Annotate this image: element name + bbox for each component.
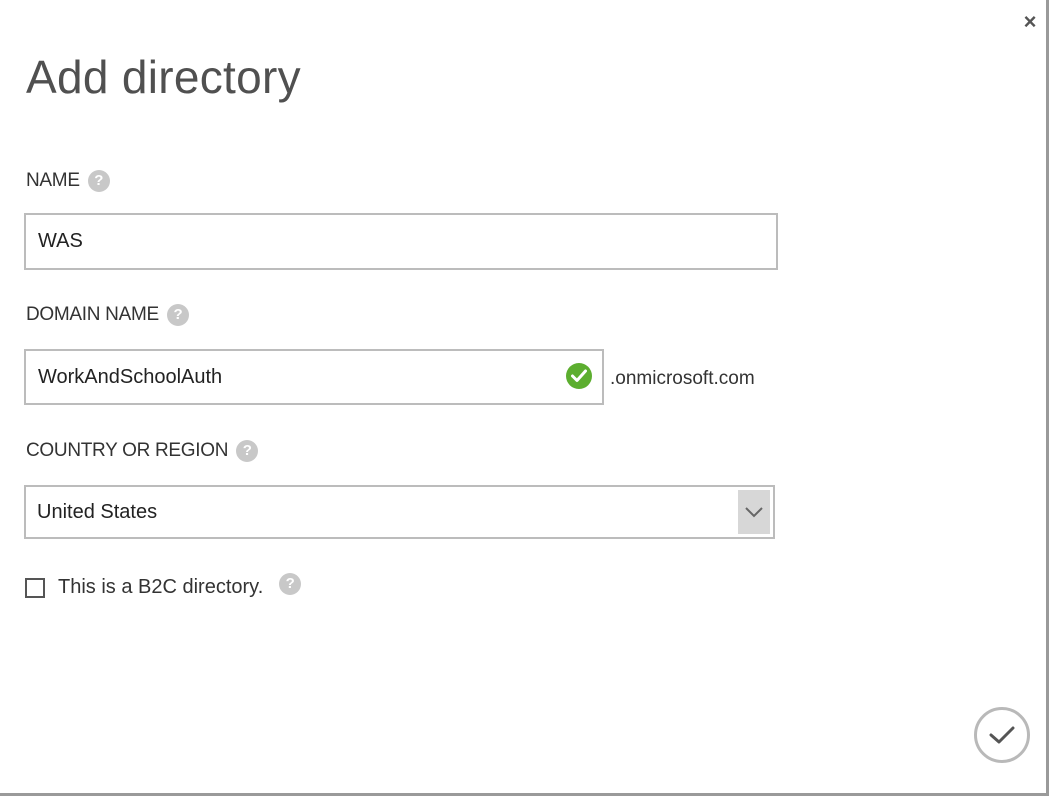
b2c-checkbox-row: This is a B2C directory. ? bbox=[25, 572, 302, 599]
country-label-row: COUNTRY OR REGION ? bbox=[26, 440, 259, 462]
name-input-value: WAS bbox=[38, 230, 83, 252]
b2c-checkbox[interactable] bbox=[25, 577, 45, 598]
name-input[interactable]: WAS bbox=[24, 213, 778, 270]
page-title: Add directory bbox=[26, 51, 301, 103]
domain-name-input[interactable]: WorkAndSchoolAuth bbox=[24, 349, 604, 405]
chevron-down-icon[interactable] bbox=[738, 490, 770, 534]
help-icon[interactable]: ? bbox=[166, 304, 189, 326]
help-icon[interactable]: ? bbox=[87, 170, 110, 192]
country-selected-value: United States bbox=[37, 500, 158, 523]
name-label-row: NAME ? bbox=[26, 170, 110, 192]
confirm-button[interactable] bbox=[974, 707, 1030, 763]
help-icon[interactable]: ? bbox=[236, 440, 259, 462]
help-icon[interactable]: ? bbox=[279, 572, 302, 595]
domain-name-input-value: WorkAndSchoolAuth bbox=[38, 365, 223, 388]
name-label: NAME bbox=[26, 170, 80, 191]
country-label: COUNTRY OR REGION bbox=[26, 440, 229, 461]
domain-suffix: .onmicrosoft.com bbox=[610, 368, 755, 389]
domain-name-label: DOMAIN NAME bbox=[26, 304, 159, 325]
country-select[interactable]: United States bbox=[24, 485, 775, 539]
check-circle-icon bbox=[566, 363, 592, 389]
checkmark-icon bbox=[989, 726, 1015, 744]
b2c-checkbox-label[interactable]: This is a B2C directory. bbox=[58, 576, 263, 599]
domain-name-label-row: DOMAIN NAME ? bbox=[26, 304, 189, 326]
close-icon[interactable]: × bbox=[1018, 8, 1042, 36]
add-directory-dialog: × Add directory NAME ? WAS DOMAIN NAME ?… bbox=[0, 0, 1049, 796]
